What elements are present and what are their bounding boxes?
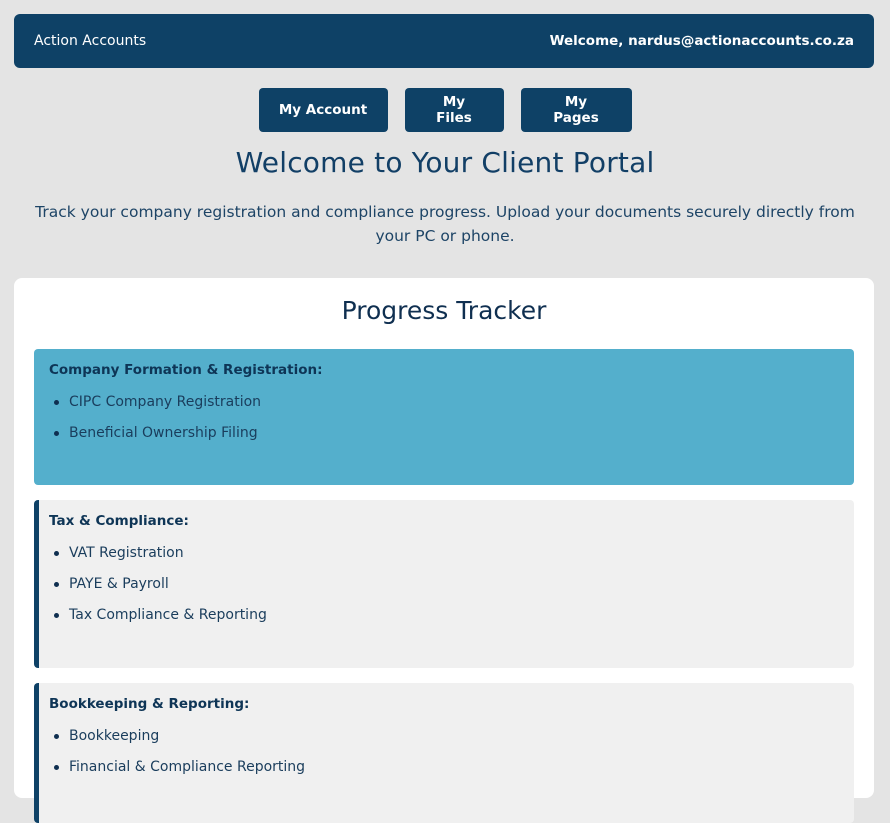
list-item: Bookkeeping: [49, 728, 839, 759]
brand-name[interactable]: Action Accounts: [34, 33, 146, 49]
main-nav: My Account My Files My Pages: [0, 88, 890, 132]
section-bookkeeping-reporting: Bookkeeping & Reporting: Bookkeeping Fin…: [34, 683, 854, 823]
welcome-user-text: Welcome, nardus@actionaccounts.co.za: [549, 33, 854, 49]
section-company-formation: Company Formation & Registration: CIPC C…: [34, 349, 854, 485]
list-item: CIPC Company Registration: [49, 394, 839, 425]
section-title: Tax & Compliance:: [49, 513, 189, 529]
my-account-button[interactable]: My Account: [258, 88, 388, 132]
section-title: Bookkeeping & Reporting:: [49, 696, 250, 712]
section-title: Company Formation & Registration:: [49, 362, 323, 378]
list-item: Beneficial Ownership Filing: [49, 425, 839, 456]
list-item: PAYE & Payroll: [49, 576, 839, 607]
section-tax-compliance: Tax & Compliance: VAT Registration PAYE …: [34, 500, 854, 668]
section-items: CIPC Company Registration Beneficial Own…: [49, 394, 839, 456]
list-item: VAT Registration: [49, 545, 839, 576]
progress-tracker-card: Progress Tracker Company Formation & Reg…: [14, 278, 874, 823]
my-files-button[interactable]: My Files: [404, 88, 504, 132]
my-pages-button[interactable]: My Pages: [520, 88, 632, 132]
section-items: Bookkeeping Financial & Compliance Repor…: [49, 728, 839, 790]
page-title: Welcome to Your Client Portal: [235, 146, 655, 179]
section-items: VAT Registration PAYE & Payroll Tax Comp…: [49, 545, 839, 638]
list-item: Financial & Compliance Reporting: [49, 759, 839, 790]
progress-tracker-title: Progress Tracker: [341, 296, 547, 325]
top-navbar: Action Accounts Welcome, nardus@actionac…: [14, 14, 874, 68]
intro-text: Track your company registration and comp…: [35, 203, 855, 245]
list-item: Tax Compliance & Reporting: [49, 607, 839, 638]
